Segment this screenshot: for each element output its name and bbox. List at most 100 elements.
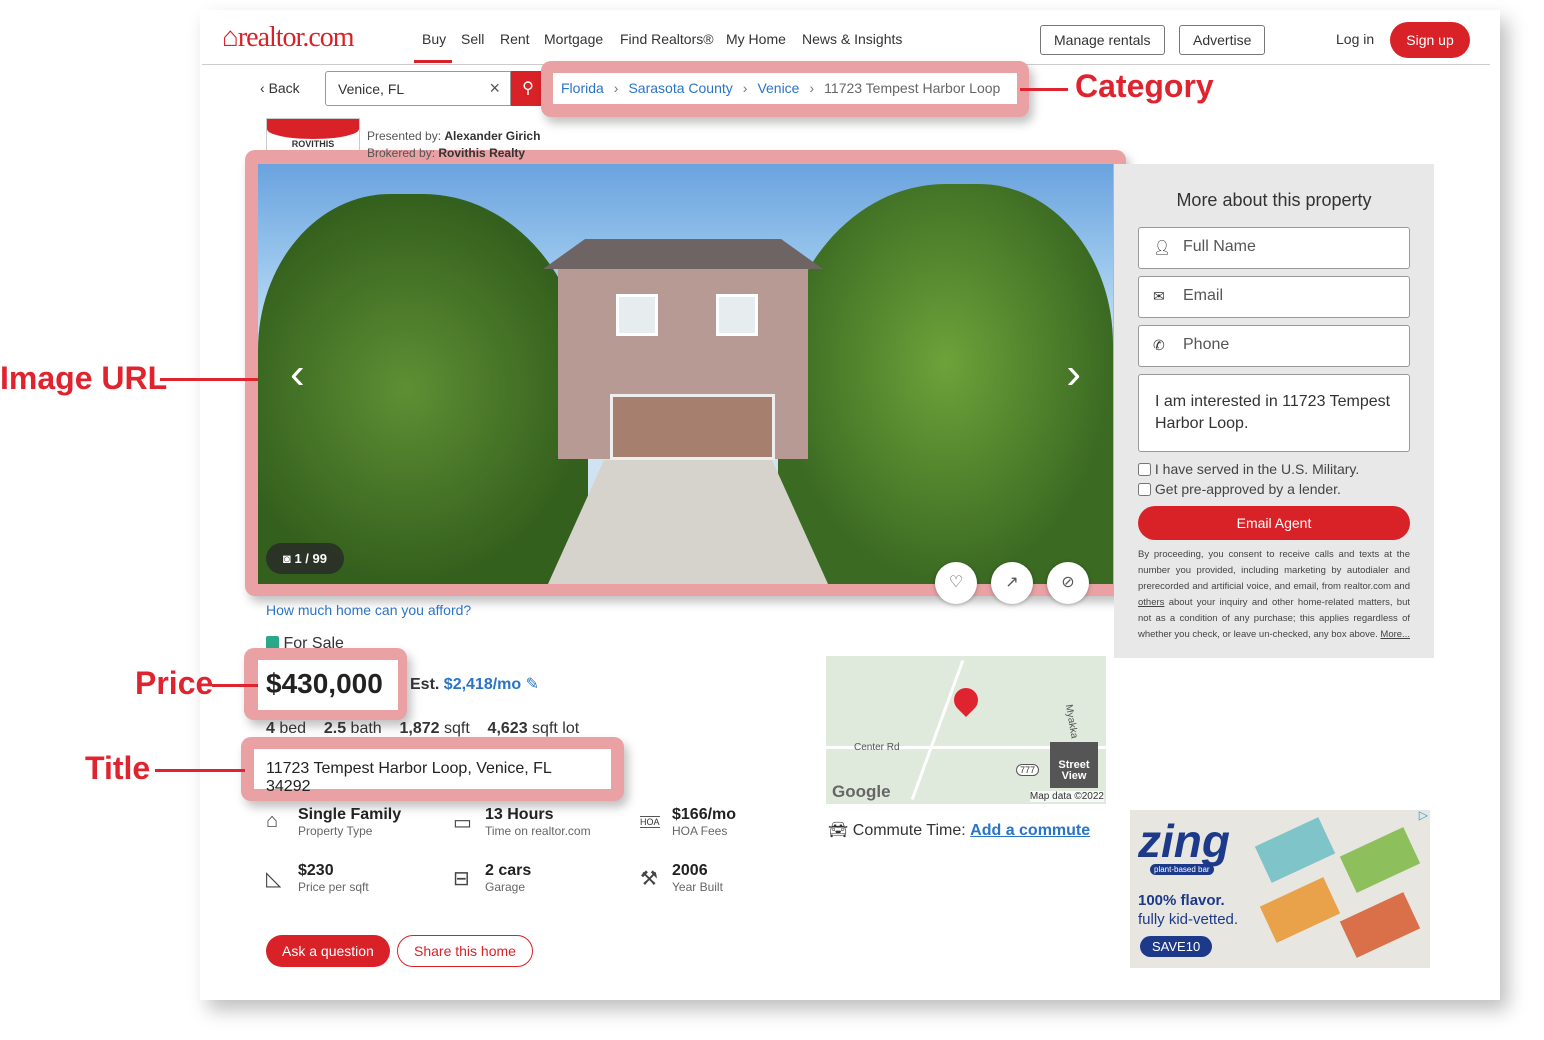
annotation-image-url: Image URL xyxy=(0,360,168,396)
google-logo: Google xyxy=(832,782,891,801)
promo-code: SAVE10 xyxy=(1140,936,1213,957)
product-bar xyxy=(1339,827,1421,893)
listing-price: $430,000 xyxy=(258,660,398,710)
breadcrumb-county[interactable]: Sarasota County xyxy=(628,80,732,96)
breadcrumb-current: 11723 Tempest Harbor Loop xyxy=(824,80,1001,96)
nav-rent[interactable]: Rent xyxy=(500,31,530,47)
form-title: More about this property xyxy=(1176,190,1372,210)
hammer-icon: ⚒ xyxy=(640,868,658,890)
clear-icon[interactable]: × xyxy=(489,78,500,99)
annotation-category: Category xyxy=(1075,68,1214,104)
breadcrumb-florida[interactable]: Florida xyxy=(561,80,604,96)
nav-active-indicator xyxy=(414,60,452,63)
chevron-right-icon: › xyxy=(742,80,748,96)
annotation-title: Title xyxy=(85,750,151,786)
next-photo-icon[interactable]: › xyxy=(1066,349,1081,399)
camera-icon: ◙ xyxy=(283,551,295,566)
envelope-icon: ✉ xyxy=(1153,288,1165,304)
fact-hoa: HOA $166/mo HOA Fees xyxy=(640,806,737,838)
annotation-line xyxy=(155,769,245,772)
adchoices-icon[interactable]: ▷ xyxy=(1419,810,1428,822)
phone-field[interactable]: ✆ Phone xyxy=(1138,325,1410,367)
fact-garage: ⊟ 2 cars Garage xyxy=(453,862,532,894)
add-commute-link[interactable]: Add a commute xyxy=(970,822,1090,839)
listing-address: 11723 Tempest Harbor Loop, Venice, FL 34… xyxy=(254,749,611,795)
garage-door xyxy=(610,394,775,460)
manage-rentals-button[interactable]: Manage rentals xyxy=(1040,25,1165,55)
hoa-icon: HOA xyxy=(640,816,660,828)
military-checkbox[interactable]: I have served in the U.S. Military. xyxy=(1138,461,1359,477)
search-input[interactable]: Venice, FL × xyxy=(325,71,511,106)
ask-question-button[interactable]: Ask a question xyxy=(266,935,390,967)
realtor-logo[interactable]: ⌂realtor.com xyxy=(222,22,355,54)
share-button[interactable]: ↗ xyxy=(991,562,1033,604)
presented-by: Presented by: Alexander Girich xyxy=(367,129,541,143)
commute: 🚘︎ Commute Time: Add a commute xyxy=(828,822,1091,839)
more-link[interactable]: More... xyxy=(1380,629,1410,640)
annotation-line xyxy=(212,684,258,687)
street-view-button[interactable]: Street View xyxy=(1050,742,1098,788)
chevron-right-icon: › xyxy=(809,80,815,96)
ruler-icon: ◺ xyxy=(266,868,282,890)
listing-photo[interactable]: ‹ › ◙ 1 / 99 xyxy=(258,164,1113,584)
nav-my-home[interactable]: My Home xyxy=(726,31,786,47)
product-bar xyxy=(1339,892,1421,958)
brokered-by: Brokered by: Rovithis Realty xyxy=(367,146,526,160)
photo-counter: ◙ 1 / 99 xyxy=(266,543,344,574)
nav-buy[interactable]: Buy xyxy=(422,31,446,47)
ad-brand: zing xyxy=(1138,815,1230,867)
favorite-button[interactable]: ♡ xyxy=(935,562,977,604)
phone-icon: ✆ xyxy=(1153,337,1165,353)
heart-icon: ♡ xyxy=(948,574,964,591)
fact-time-on-site: ▭ 13 Hours Time on realtor.com xyxy=(453,806,591,838)
advertisement[interactable]: zing plant-based bar 100% flavor. fully … xyxy=(1130,810,1430,968)
chevron-right-icon: › xyxy=(613,80,619,96)
nav-find-realtors[interactable]: Find Realtors® xyxy=(620,31,714,47)
hide-button[interactable]: ⊘ xyxy=(1047,562,1089,604)
back-button[interactable]: ‹ Back xyxy=(260,80,300,96)
annotation-line xyxy=(1020,88,1068,91)
share-home-button[interactable]: Share this home xyxy=(397,935,533,967)
others-link[interactable]: others xyxy=(1138,597,1164,608)
email-agent-button[interactable]: Email Agent xyxy=(1138,506,1410,540)
annotation-line xyxy=(160,378,258,381)
user-icon: 👤︎ xyxy=(1153,239,1171,255)
search-button[interactable]: ⚲ xyxy=(511,71,545,106)
nav-news[interactable]: News & Insights xyxy=(802,31,902,47)
breadcrumb-city[interactable]: Venice xyxy=(757,80,799,96)
nav-sell[interactable]: Sell xyxy=(461,31,484,47)
product-bar xyxy=(1259,877,1341,943)
car-icon: 🚘︎ xyxy=(828,822,853,839)
signup-button[interactable]: Sign up xyxy=(1390,22,1470,58)
fact-price-sqft: ◺ $230 Price per sqft xyxy=(266,862,369,894)
preapproved-checkbox[interactable]: Get pre-approved by a lender. xyxy=(1138,481,1341,497)
login-link[interactable]: Log in xyxy=(1336,31,1374,47)
search-icon: ⚲ xyxy=(522,80,534,97)
breadcrumb: Florida › Sarasota County › Venice › 11723 Tem… xyxy=(553,73,1017,104)
house-icon: ⌂ xyxy=(266,810,279,832)
annotation-price: Price xyxy=(135,665,214,701)
contact-form: More about this property 👤︎ Full Name ✉ Em… xyxy=(1114,164,1434,658)
garage-icon: ⊟ xyxy=(453,868,470,890)
disclaimer: By proceeding, you consent to receive ca… xyxy=(1138,549,1410,640)
full-name-field[interactable]: 👤︎ Full Name xyxy=(1138,227,1410,269)
property-meta: 4 bed 2.5 bath 1,872 sqft 4,623 sqft lot xyxy=(266,720,580,737)
estimated-payment: Est. $2,418/mo ✎ xyxy=(410,676,540,693)
email-field[interactable]: ✉ Email xyxy=(1138,276,1410,318)
message-field[interactable]: I am interested in 11723 Tempest Harbor … xyxy=(1138,374,1410,452)
share-icon: ↗ xyxy=(1005,574,1019,591)
hide-icon: ⊘ xyxy=(1061,574,1075,591)
calendar-icon: ▭ xyxy=(453,812,472,834)
fact-year-built: ⚒ 2006 Year Built xyxy=(640,862,723,894)
nav-mortgage[interactable]: Mortgage xyxy=(544,31,603,47)
afford-link[interactable]: How much home can you afford? xyxy=(266,602,471,618)
fact-property-type: ⌂ Single Family Property Type xyxy=(266,806,402,838)
product-bar xyxy=(1254,817,1336,883)
estimate-link[interactable]: $2,418/mo xyxy=(444,676,521,693)
edit-icon[interactable]: ✎ xyxy=(526,676,539,693)
chevron-left-icon: ‹ xyxy=(260,80,269,96)
map[interactable]: Center Rd Myakka 777 Street View Google … xyxy=(826,656,1106,804)
advertise-button[interactable]: Advertise xyxy=(1179,25,1266,55)
home-icon: ⌂ xyxy=(222,22,239,53)
prev-photo-icon[interactable]: ‹ xyxy=(290,349,305,399)
